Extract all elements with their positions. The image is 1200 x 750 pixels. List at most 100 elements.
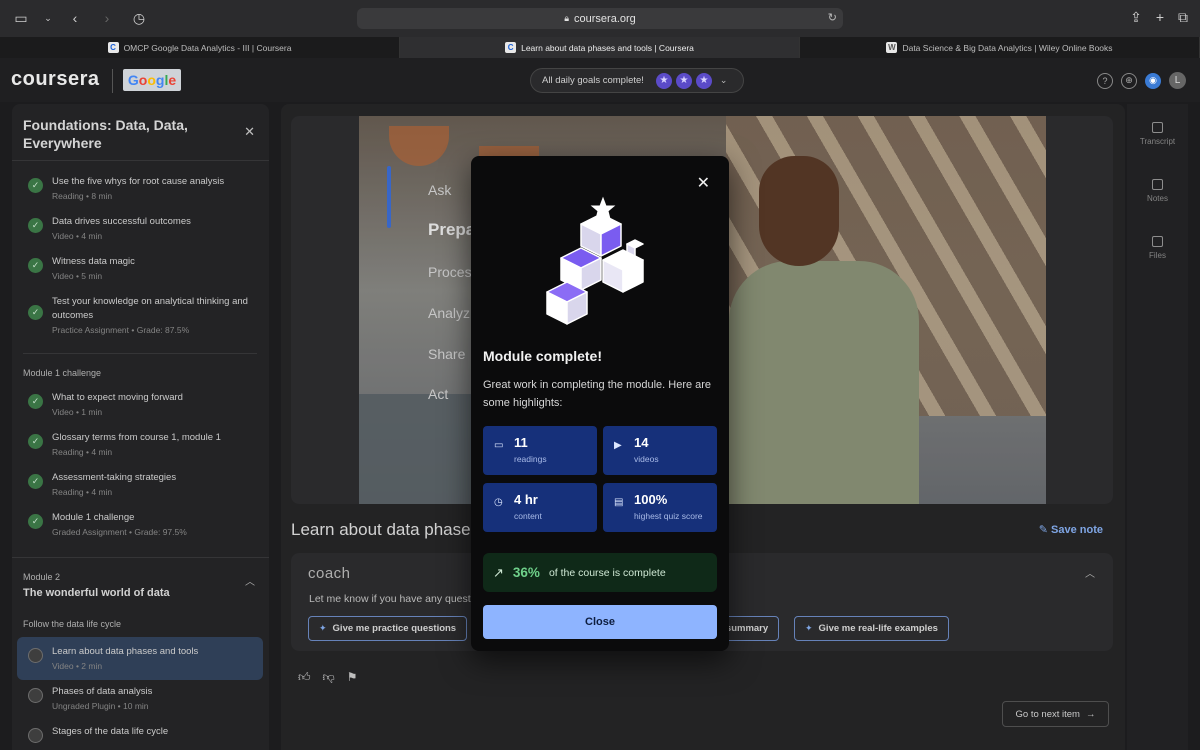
divider bbox=[12, 160, 269, 161]
stat-value: 100% bbox=[634, 492, 668, 507]
phase-label: Share bbox=[428, 346, 466, 362]
browser-actions: ⇪ + ⧉ bbox=[1130, 9, 1188, 26]
new-tab-icon[interactable]: + bbox=[1156, 9, 1164, 26]
list-item[interactable]: Phases of data analysis Ungraded Plugin … bbox=[28, 685, 258, 713]
list-item[interactable]: ✓ Use the five whys for root cause analy… bbox=[28, 175, 258, 203]
files-icon bbox=[1152, 236, 1163, 247]
reload-icon[interactable]: ↻ bbox=[828, 11, 837, 24]
chip-label: Give me real-life examples bbox=[818, 623, 938, 634]
browser-toolbar: ▭ ⌄ ‹ › ◷ 🔒︎ coursera.org ↻ ⇪ + ⧉ bbox=[0, 0, 1200, 37]
clock-icon: ◷ bbox=[494, 497, 503, 508]
tab-overview-icon[interactable]: ⧉ bbox=[1178, 9, 1188, 26]
list-item[interactable]: ✓ Data drives successful outcomes Video … bbox=[28, 215, 258, 243]
coach-owl-icon[interactable]: ◉ bbox=[1145, 72, 1161, 89]
phase-label: Ask bbox=[428, 182, 452, 198]
list-item[interactable]: ✓ Test your knowledge on analytical thin… bbox=[28, 295, 258, 337]
thumbs-up-icon[interactable]: 👍︎ bbox=[298, 670, 311, 685]
chip-label: Give me practice questions bbox=[332, 623, 457, 634]
lesson-group-label: Follow the data life cycle bbox=[23, 619, 122, 629]
header-actions: ? ⊕ ◉ L bbox=[1097, 72, 1186, 89]
item-title: Use the five whys for root cause analysi… bbox=[52, 176, 225, 187]
phase-label: Analyz bbox=[428, 305, 471, 321]
history-icon[interactable]: ◷ bbox=[130, 9, 148, 27]
course-title: Foundations: Data, Data, Everywhere bbox=[23, 117, 188, 151]
incomplete-circle-icon bbox=[28, 648, 43, 663]
coursera-favicon-icon: C bbox=[505, 42, 517, 53]
wiley-favicon-icon: W bbox=[886, 42, 898, 53]
page-title: Learn about data phases bbox=[291, 520, 480, 539]
list-item[interactable]: ✓ What to expect moving forward Video • … bbox=[28, 391, 258, 419]
thumbs-down-icon[interactable]: 👎︎ bbox=[323, 670, 335, 685]
back-icon[interactable]: ‹ bbox=[66, 9, 84, 27]
chevron-down-icon[interactable]: ⌄ bbox=[44, 9, 52, 27]
item-meta: Reading • 4 min bbox=[52, 487, 113, 497]
practice-questions-chip[interactable]: ✦ Give me practice questions bbox=[308, 616, 468, 641]
transcript-button[interactable]: Transcript bbox=[1127, 122, 1188, 146]
item-title: Learn about data phases and tools bbox=[52, 646, 199, 657]
item-meta: Reading • 4 min bbox=[52, 447, 113, 457]
help-icon[interactable]: ? bbox=[1097, 72, 1113, 89]
check-icon: ✓ bbox=[28, 474, 43, 489]
browser-tab-active[interactable]: C Learn about data phases and tools | Co… bbox=[400, 37, 800, 58]
close-button[interactable]: Close bbox=[483, 605, 717, 639]
item-title: Witness data magic bbox=[52, 256, 135, 267]
daily-goals-button[interactable]: All daily goals complete! ★ ★ ★ ⌄ bbox=[530, 68, 744, 93]
share-icon[interactable]: ⇪ bbox=[1130, 9, 1142, 26]
sidebar-toggle-icon[interactable]: ▭ bbox=[12, 9, 30, 27]
close-icon[interactable]: ✕ bbox=[697, 173, 710, 193]
star-icon: ★ bbox=[655, 72, 672, 89]
list-item-active[interactable]: Learn about data phases and tools Video … bbox=[28, 645, 258, 673]
item-meta: Ungraded Plugin • 10 min bbox=[52, 701, 149, 711]
browser-tab[interactable]: W Data Science & Big Data Analytics | Wi… bbox=[800, 37, 1200, 58]
coursera-logo[interactable]: coursera bbox=[11, 68, 100, 91]
item-meta: Graded Assignment • Grade: 97.5% bbox=[52, 527, 187, 537]
check-icon: ✓ bbox=[28, 394, 43, 409]
tab-label: OMCP Google Data Analytics - III | Cours… bbox=[123, 42, 292, 53]
item-title: Assessment-taking strategies bbox=[52, 472, 177, 483]
item-meta: Video • 2 min bbox=[52, 661, 103, 671]
module-title[interactable]: The wonderful world of data bbox=[23, 587, 170, 599]
list-item[interactable]: ✓ Witness data magic Video • 5 min bbox=[28, 255, 258, 283]
presenter-torso bbox=[729, 261, 919, 504]
save-note-label: Save note bbox=[1051, 524, 1103, 536]
address-bar[interactable]: 🔒︎ coursera.org ↻ bbox=[357, 8, 843, 29]
real-life-examples-chip[interactable]: ✦ Give me real-life examples bbox=[794, 616, 949, 641]
globe-icon[interactable]: ⊕ bbox=[1121, 72, 1137, 89]
phase-label: Prepa bbox=[428, 220, 476, 239]
files-button[interactable]: Files bbox=[1127, 236, 1188, 260]
browser-tab[interactable]: C OMCP Google Data Analytics - III | Cou… bbox=[0, 37, 400, 58]
next-item-label: Go to next item bbox=[1015, 708, 1080, 720]
notes-button[interactable]: Notes bbox=[1127, 179, 1188, 203]
dialog-description: Great work in completing the module. Her… bbox=[483, 379, 712, 409]
stat-value: 11 bbox=[514, 435, 528, 450]
item-meta: Practice Assignment • Grade: 87.5% bbox=[52, 325, 190, 335]
rail-label: Transcript bbox=[1139, 137, 1176, 146]
video-icon: ▶ bbox=[614, 440, 622, 451]
list-item[interactable]: ✓ Module 1 challenge Graded Assignment •… bbox=[28, 511, 258, 539]
list-item[interactable]: Stages of the data life cycle bbox=[28, 725, 258, 743]
chevron-up-icon[interactable]: ︿ bbox=[245, 573, 255, 588]
list-item[interactable]: ✓ Glossary terms from course 1, module 1… bbox=[28, 431, 258, 459]
avatar[interactable]: L bbox=[1169, 72, 1186, 89]
coach-prompt: Let me know if you have any quest bbox=[309, 593, 471, 605]
item-title: What to expect moving forward bbox=[52, 392, 183, 403]
stat-label: videos bbox=[634, 454, 659, 464]
item-title: Module 1 challenge bbox=[52, 512, 135, 523]
module-complete-dialog: ✕ Module complete! Great work in complet… bbox=[471, 156, 729, 651]
close-icon[interactable]: ✕ bbox=[244, 124, 255, 140]
flag-icon[interactable]: ⚑ bbox=[347, 670, 358, 685]
goal-stars: ★ ★ ★ bbox=[655, 72, 712, 89]
item-meta: Video • 5 min bbox=[52, 271, 103, 281]
forward-icon[interactable]: › bbox=[98, 9, 116, 27]
tools-rail: Transcript Notes Files bbox=[1127, 104, 1188, 750]
chevron-up-icon[interactable]: ︿ bbox=[1085, 565, 1095, 580]
next-item-button[interactable]: Go to next item → bbox=[1002, 701, 1109, 727]
trending-up-icon: ↗ bbox=[493, 564, 504, 580]
item-title: Phases of data analysis bbox=[52, 686, 153, 697]
module-label: Module 2 bbox=[23, 572, 61, 582]
lock-icon: 🔒︎ bbox=[564, 13, 570, 23]
save-note-button[interactable]: ✎ Save note bbox=[1039, 523, 1103, 536]
list-item[interactable]: ✓ Assessment-taking strategies Reading •… bbox=[28, 471, 258, 499]
site-header: coursera Google All daily goals complete… bbox=[0, 58, 1200, 102]
rail-label: Notes bbox=[1147, 194, 1168, 203]
